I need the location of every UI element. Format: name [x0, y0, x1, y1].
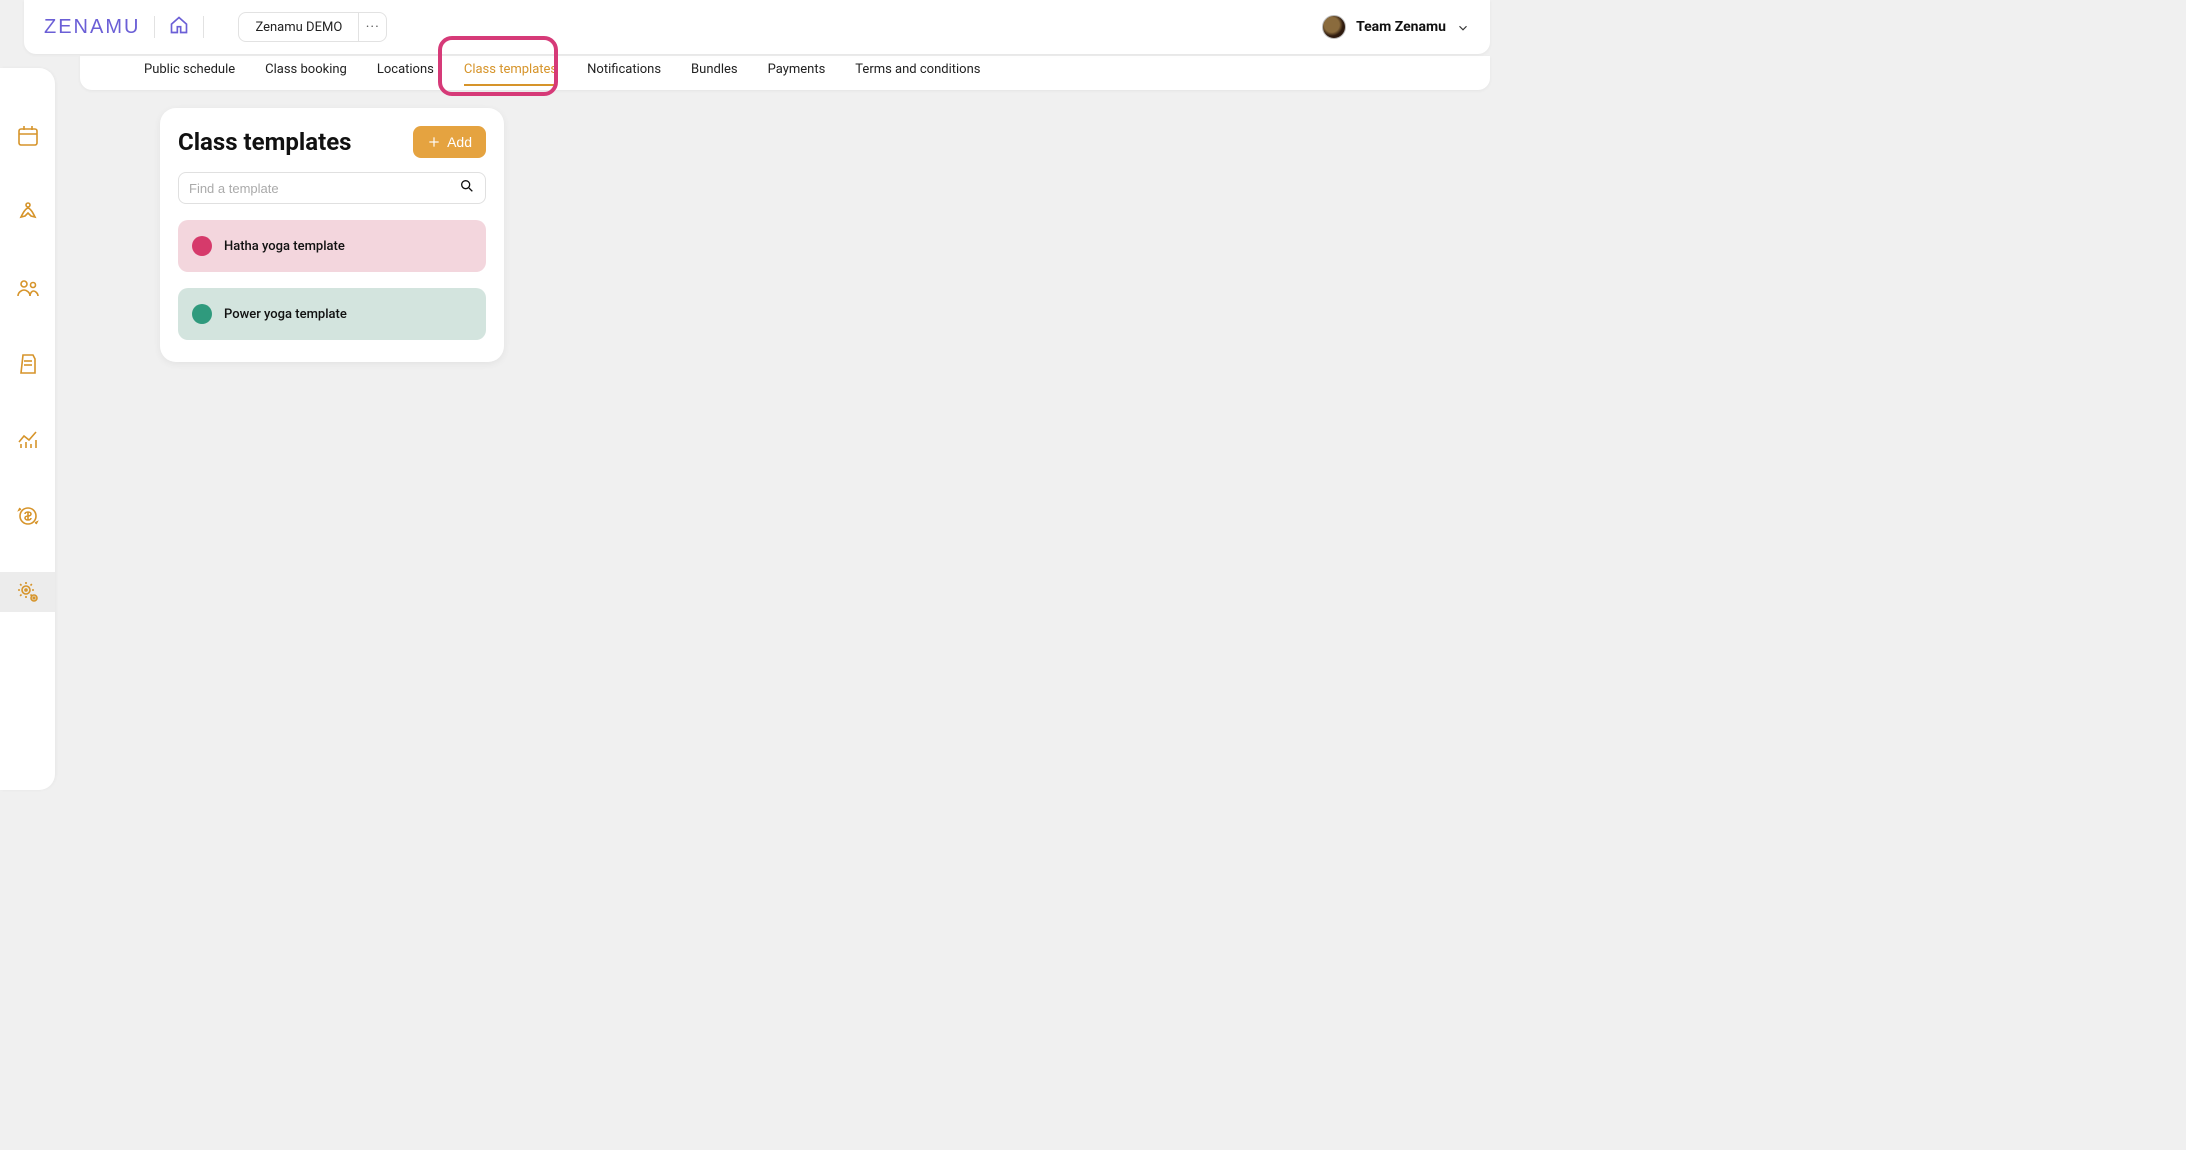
app-logo[interactable]: ZENAMU [44, 16, 140, 39]
tab-class-templates[interactable]: Class templates [464, 62, 557, 86]
add-button-label: Add [447, 134, 472, 150]
tab-locations[interactable]: Locations [377, 62, 434, 84]
search-input[interactable] [189, 181, 459, 196]
template-color-dot [192, 236, 212, 256]
template-item[interactable]: Hatha yoga template [178, 220, 486, 272]
avatar [1322, 15, 1346, 39]
calendar-icon [16, 124, 40, 148]
sidebar-item-settings[interactable] [0, 572, 55, 612]
workspace-label: Zenamu DEMO [239, 20, 358, 35]
template-search[interactable] [178, 172, 486, 204]
template-name: Hatha yoga template [224, 239, 345, 254]
chevron-down-icon [1456, 20, 1470, 34]
sidebar-item-calendar[interactable] [0, 116, 55, 156]
tab-notifications[interactable]: Notifications [587, 62, 661, 84]
sidebar-item-people[interactable] [0, 268, 55, 308]
add-template-button[interactable]: Add [413, 126, 486, 158]
divider [203, 16, 204, 38]
template-name: Power yoga template [224, 307, 347, 322]
people-icon [16, 276, 40, 300]
tab-bundles[interactable]: Bundles [691, 62, 738, 84]
search-icon[interactable] [459, 178, 475, 198]
class-templates-panel: Class templates Add Hatha yoga template … [160, 108, 504, 362]
user-name: Team Zenamu [1356, 19, 1446, 35]
topbar: ZENAMU Zenamu DEMO ··· Team Zenamu [24, 0, 1490, 54]
template-color-dot [192, 304, 212, 324]
tab-payments[interactable]: Payments [768, 62, 826, 84]
sidebar-item-payments[interactable] [0, 496, 55, 536]
plus-icon [427, 135, 441, 149]
meditation-icon [16, 200, 40, 224]
workspace-selector[interactable]: Zenamu DEMO ··· [238, 12, 387, 42]
document-icon [16, 352, 40, 376]
template-item[interactable]: Power yoga template [178, 288, 486, 340]
tab-terms[interactable]: Terms and conditions [855, 62, 980, 84]
user-menu[interactable]: Team Zenamu [1322, 15, 1470, 39]
sidebar-item-analytics[interactable] [0, 420, 55, 460]
divider [154, 16, 155, 38]
sidebar-item-classes[interactable] [0, 192, 55, 232]
more-icon[interactable]: ··· [358, 13, 386, 41]
settings-tabstrip: Public schedule Class booking Locations … [80, 56, 1490, 90]
tab-class-booking[interactable]: Class booking [265, 62, 347, 84]
panel-title: Class templates [178, 128, 352, 156]
sidebar-item-documents[interactable] [0, 344, 55, 384]
home-icon[interactable] [169, 15, 189, 39]
analytics-icon [16, 428, 40, 452]
tab-public-schedule[interactable]: Public schedule [144, 62, 235, 84]
money-icon [16, 504, 40, 528]
sidebar [0, 68, 55, 790]
settings-icon [16, 580, 40, 604]
